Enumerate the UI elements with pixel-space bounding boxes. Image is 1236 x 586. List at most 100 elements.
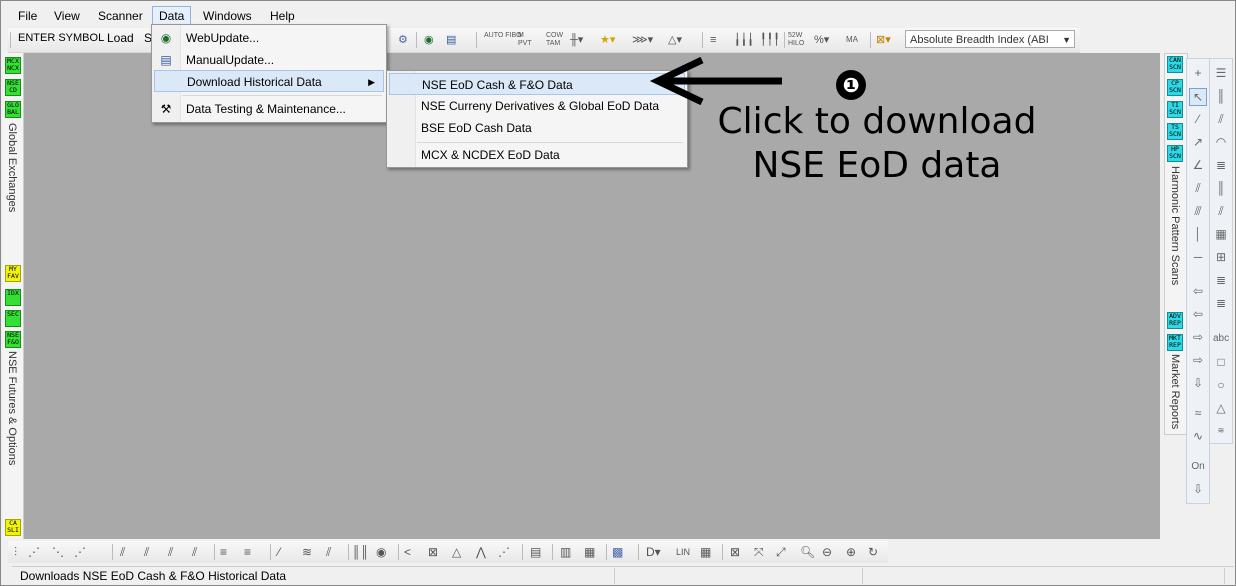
- globe-icon[interactable]: ◉: [424, 31, 434, 49]
- global-exchanges-tab[interactable]: Global Exchanges: [6, 123, 18, 212]
- bars-icon[interactable]: ║: [1213, 88, 1229, 104]
- copy-icon[interactable]: ▥: [560, 544, 571, 560]
- indicator-dropdown[interactable]: Absolute Breadth Index (ABI ▼: [905, 30, 1075, 48]
- chevron-left-icon[interactable]: <: [404, 544, 411, 560]
- harmonic-pattern-scans-tab[interactable]: Harmonic Pattern Scans: [1169, 166, 1181, 285]
- parallel-lines-icon[interactable]: ⫻: [1190, 203, 1206, 219]
- text-tool-icon[interactable]: abc: [1213, 331, 1229, 347]
- menu-scanner[interactable]: Scanner: [92, 7, 149, 25]
- cow-tam-icon[interactable]: COW TAM: [546, 32, 564, 50]
- gann-icon[interactable]: ⫽: [120, 544, 125, 560]
- arrow-right-2-icon[interactable]: ⇨: [1190, 352, 1206, 368]
- pivot-icon[interactable]: M PVT: [518, 32, 536, 50]
- load-button[interactable]: Load: [107, 31, 134, 45]
- badge-nse-cd[interactable]: NSE CD: [5, 79, 21, 96]
- gann-4-icon[interactable]: ⫽: [192, 544, 197, 560]
- fib-retrace-icon[interactable]: ≣: [1213, 157, 1229, 173]
- lin-scale-button[interactable]: LIN: [676, 544, 690, 560]
- wave-icon[interactable]: ≈: [1190, 405, 1206, 421]
- badge-ca-sli[interactable]: CA SLI: [5, 519, 21, 536]
- refresh-icon[interactable]: ↻: [868, 544, 878, 560]
- menu-data[interactable]: Data: [152, 6, 192, 26]
- badge-my-fav[interactable]: MY FAV: [5, 265, 21, 282]
- badge-mcx-ncx[interactable]: MCX NCX: [5, 57, 21, 74]
- lines-icon[interactable]: ☰: [1213, 65, 1229, 81]
- nse-currency-global-menu-item[interactable]: NSE Curreny Derivatives & Global EoD Dat…: [389, 95, 685, 117]
- badge-cp-scn[interactable]: CP SCN: [1167, 79, 1183, 96]
- badge-idx[interactable]: IDX: [5, 289, 21, 306]
- ray-icon[interactable]: ↗: [1190, 134, 1206, 150]
- abc-pattern-icon[interactable]: ⋰: [498, 544, 510, 560]
- elliott-123-icon[interactable]: ⋰: [28, 544, 40, 560]
- fib-proj-icon[interactable]: ≡: [244, 544, 251, 560]
- fib-levels-icon[interactable]: ≣: [1213, 272, 1229, 288]
- notes-icon[interactable]: ▤: [530, 544, 541, 560]
- fib-time-icon[interactable]: ║: [1213, 180, 1229, 196]
- zoom-icon[interactable]: 🔍︎: [800, 544, 815, 560]
- arrow-left-2-icon[interactable]: ⇦: [1190, 306, 1206, 322]
- candle-icon[interactable]: ╫▾: [570, 31, 583, 49]
- menu-windows[interactable]: Windows: [197, 7, 258, 25]
- link-icon[interactable]: ⚙: [398, 31, 408, 49]
- data-testing-maintenance-menu-item[interactable]: ⚒ Data Testing & Maintenance...: [154, 98, 384, 120]
- trendline-icon[interactable]: ⁄: [1190, 111, 1206, 127]
- grid-icon[interactable]: ▦: [1213, 226, 1229, 242]
- d-dropdown-icon[interactable]: D▾: [646, 544, 661, 560]
- star-icon[interactable]: ★▾: [600, 31, 615, 49]
- badge-adv-rep[interactable]: ADV REP: [1167, 312, 1183, 329]
- ob-circle-icon[interactable]: ◉: [376, 544, 386, 560]
- badge-ts-scn[interactable]: TS SCN: [1167, 123, 1183, 140]
- badge-mkt-rep[interactable]: MKT REP: [1167, 334, 1183, 351]
- menu-help[interactable]: Help: [264, 7, 301, 25]
- chart-type-icon[interactable]: ▩: [612, 544, 623, 560]
- grid-toggle-icon[interactable]: ▦: [700, 544, 711, 560]
- squiggle-icon[interactable]: ∿: [1190, 428, 1206, 444]
- arc-icon[interactable]: ◠: [1213, 134, 1229, 150]
- arrow-left-icon[interactable]: ⇦: [1190, 283, 1206, 299]
- vertical-line-icon[interactable]: │: [1190, 226, 1206, 242]
- bse-eod-cash-menu-item[interactable]: BSE EoD Cash Data: [389, 117, 685, 139]
- elliott-wave-icon[interactable]: ⋰: [74, 544, 86, 560]
- zoom-in-icon[interactable]: ⊕: [846, 544, 856, 560]
- andrews-icon[interactable]: ⫽: [326, 544, 331, 560]
- fan-icon[interactable]: ⫽: [1213, 111, 1229, 127]
- nse-futures-options-tab[interactable]: NSE Futures & Options: [6, 351, 18, 465]
- arrow-down-icon[interactable]: ⇩: [1190, 375, 1206, 391]
- auto-fibo-icon[interactable]: AUTO FIBO: [484, 32, 522, 50]
- speed-lines-icon[interactable]: ≋: [302, 544, 312, 560]
- market-reports-tab[interactable]: Market Reports: [1169, 354, 1181, 429]
- resize-icon[interactable]: ⤢: [776, 544, 786, 560]
- paste-icon[interactable]: ▦: [584, 544, 595, 560]
- badge-hp-scn[interactable]: HP SCN: [1167, 145, 1183, 162]
- hilo-52w-icon[interactable]: 52W HILO: [788, 32, 806, 50]
- fit-icon[interactable]: ⤧: [754, 544, 764, 560]
- fib-ext-icon[interactable]: ≡: [220, 544, 227, 560]
- nse-eod-cash-fo-menu-item[interactable]: NSE EoD Cash & F&O Data: [389, 73, 685, 95]
- ma-icon[interactable]: MA: [846, 31, 858, 49]
- webupdate-menu-item[interactable]: ◉ WebUpdate...: [154, 27, 384, 49]
- percent-icon[interactable]: %▾: [814, 31, 829, 49]
- badge-ti-scn[interactable]: TI SCN: [1167, 101, 1183, 118]
- horizontal-line-icon[interactable]: ─: [1190, 249, 1206, 265]
- channel-icon[interactable]: ⫽: [1190, 180, 1206, 196]
- fib-levels-2-icon[interactable]: ≣: [1213, 295, 1229, 311]
- mcx-ncdex-menu-item[interactable]: MCX & NCDEX EoD Data: [389, 144, 685, 166]
- menu-view[interactable]: View: [48, 7, 86, 25]
- harmonic-icon[interactable]: △: [452, 544, 461, 560]
- menu-file[interactable]: File: [12, 7, 43, 25]
- time-zones-icon[interactable]: ║║: [352, 544, 369, 560]
- zoom-out-icon[interactable]: ⊖: [822, 544, 832, 560]
- text-cursor-icon[interactable]: ⇩: [1190, 481, 1206, 497]
- pivot-bottom-icon[interactable]: ⫶: [14, 544, 17, 560]
- crosshair-icon[interactable]: +: [1190, 65, 1206, 81]
- download-historical-data-menu-item[interactable]: Download Historical Data ▶: [154, 70, 384, 92]
- triangle-icon[interactable]: △▾: [668, 31, 682, 49]
- badge-nse-fo[interactable]: NSE F&O: [5, 331, 21, 348]
- chart-bars-icon[interactable]: ╿╿╿: [760, 31, 780, 49]
- pattern-icon[interactable]: ⋙▾: [632, 31, 653, 49]
- gann-2-icon[interactable]: ⫽: [144, 544, 149, 560]
- gann-fan-icon[interactable]: ⫽: [1213, 203, 1229, 219]
- pointer-icon[interactable]: ↖: [1189, 88, 1207, 106]
- angle-line-icon[interactable]: ∠: [1190, 157, 1206, 173]
- indicator-chart-icon[interactable]: ⊠▾: [876, 31, 891, 49]
